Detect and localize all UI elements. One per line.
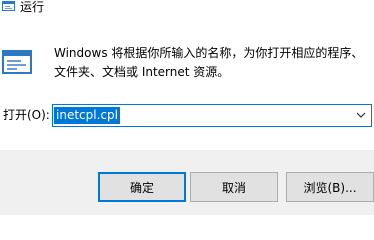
browse-button[interactable]: 浏览(B)... xyxy=(286,172,374,202)
run-dialog-icon xyxy=(2,50,32,74)
window-title: 运行 xyxy=(20,0,45,14)
title-bar: 运行 xyxy=(0,0,374,24)
ok-button[interactable]: 确定 xyxy=(98,172,186,202)
dialog-description: Windows 将根据你所输入的名称，为你打开相应的程序、 文件夹、文档或 In… xyxy=(54,44,369,82)
run-app-icon xyxy=(2,1,15,11)
cancel-button[interactable]: 取消 xyxy=(190,172,278,202)
open-label: 打开(O): xyxy=(3,108,50,122)
run-dialog: 运行 Windows 将根据你所输入的名称，为你打开相应的程序、 文件夹、文档或… xyxy=(0,0,374,215)
open-combobox[interactable]: inetcpl.cpl xyxy=(52,104,372,127)
chevron-down-icon[interactable] xyxy=(356,111,366,119)
description-line-2: 文件夹、文档或 Internet 资源。 xyxy=(54,65,230,79)
open-input-value[interactable]: inetcpl.cpl xyxy=(54,107,120,124)
description-line-1: Windows 将根据你所输入的名称，为你打开相应的程序、 xyxy=(54,46,364,60)
